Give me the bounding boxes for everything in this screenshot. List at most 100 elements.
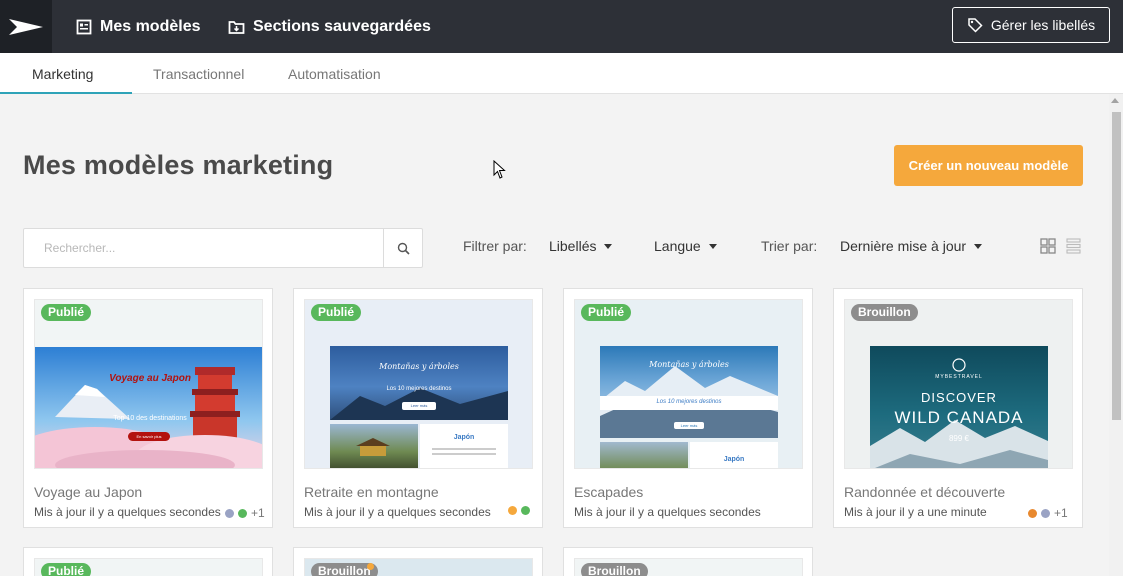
status-badge: Publié xyxy=(581,304,632,321)
template-card[interactable]: Publié Voyage au Japon Top 10 des destin… xyxy=(23,288,273,528)
mouse-cursor-icon xyxy=(493,160,506,179)
label-dots: +1 xyxy=(1028,506,1068,520)
template-name: Escapades xyxy=(574,484,644,500)
template-name: Voyage au Japon xyxy=(34,484,143,500)
hero-subtitle: Top 10 des destinations xyxy=(113,415,187,422)
nav-my-templates[interactable]: Mes modèles xyxy=(76,0,200,53)
template-thumbnail[interactable]: Publié xyxy=(34,558,263,576)
active-tab-indicator xyxy=(0,92,132,94)
nav-saved-sections-label: Sections sauvegardées xyxy=(253,17,431,35)
manage-labels-label: Gérer les libellés xyxy=(990,17,1096,33)
create-template-button[interactable]: Créer un nouveau modèle xyxy=(894,145,1083,186)
template-card[interactable]: Publié Montañas y árboles Los 10 mejores… xyxy=(563,288,813,528)
text-line xyxy=(432,453,496,455)
template-thumbnail[interactable]: Publié Voyage au Japon Top 10 des destin… xyxy=(34,299,263,469)
more-labels-count: +1 xyxy=(251,506,265,520)
page-title: Mes modèles marketing xyxy=(23,150,334,180)
tab-transactional[interactable]: Transactionnel xyxy=(153,53,244,94)
secondary-text-block: Japón xyxy=(420,424,508,468)
template-thumbnail[interactable]: Publié Montañas y árboles Los 10 mejores… xyxy=(574,299,803,469)
template-thumbnail[interactable]: Publié Montañas y árboles Los 10 mejores… xyxy=(304,299,533,469)
hero-brand: MYBESTRAVEL xyxy=(935,374,983,380)
paper-plane-icon xyxy=(9,18,43,35)
template-icon xyxy=(76,19,92,34)
hero-image: MYBESTRAVEL DISCOVER WILD CANADA 899 € xyxy=(870,346,1048,468)
filter-by-label: Filtrer par: xyxy=(463,238,527,254)
status-badge: Publié xyxy=(41,563,92,576)
label-dot xyxy=(508,506,517,515)
template-updated: Mis à jour il y a quelques secondes xyxy=(574,505,761,519)
template-thumbnail[interactable]: Brouillon xyxy=(304,558,533,576)
secondary-text-block: Japón xyxy=(690,442,778,468)
search-icon xyxy=(397,242,410,255)
label-dot xyxy=(521,506,530,515)
template-updated: Mis à jour il y a une minute xyxy=(844,505,987,519)
status-badge: Brouillon xyxy=(581,563,648,576)
hero-title: Montañas y árboles xyxy=(649,360,729,369)
tab-automation[interactable]: Automatisation xyxy=(288,53,381,94)
scroll-up-icon[interactable] xyxy=(1111,98,1119,103)
grid-view-icon[interactable] xyxy=(1040,238,1056,254)
nav-my-templates-label: Mes modèles xyxy=(100,17,201,35)
manage-labels-button[interactable]: Gérer les libellés xyxy=(952,7,1110,43)
hero-image: Montañas y árboles Los 10 mejores destin… xyxy=(600,346,778,438)
hero-title: Voyage au Japon xyxy=(109,373,191,384)
sort-by-label: Trier par: xyxy=(761,238,818,254)
language-dropdown-label: Langue xyxy=(654,238,701,254)
hero-subtitle: Los 10 mejores destinos xyxy=(386,386,452,392)
search-input[interactable] xyxy=(24,229,383,267)
hero-title: DISCOVER xyxy=(921,390,997,405)
label-dots xyxy=(508,506,534,515)
status-badge: Publié xyxy=(311,304,362,321)
secondary-title: Japón xyxy=(453,434,475,441)
language-dropdown[interactable]: Langue xyxy=(654,238,717,254)
hero-subtitle: WILD CANADA xyxy=(894,408,1024,427)
template-card[interactable]: Publié xyxy=(23,547,273,576)
template-updated: Mis à jour il y a quelques secondes xyxy=(304,505,491,519)
secondary-image xyxy=(600,442,688,468)
template-thumbnail[interactable]: Brouillon MYBESTRAVEL DISCOVER WILD CANA… xyxy=(844,299,1073,469)
scrollbar-thumb[interactable] xyxy=(1112,112,1121,420)
list-view-icon[interactable] xyxy=(1066,238,1081,254)
sort-dropdown-label: Dernière mise à jour xyxy=(840,238,967,254)
hero-subtitle: Los 10 mejores destinos xyxy=(656,399,722,405)
top-navbar: Mes modèles Sections sauvegardées Gérer … xyxy=(0,0,1123,53)
caret-down-icon xyxy=(974,244,983,249)
nav-saved-sections[interactable]: Sections sauvegardées xyxy=(228,0,431,53)
template-name: Randonnée et découverte xyxy=(844,484,1006,500)
hero-price: 899 € xyxy=(948,434,970,443)
text-line xyxy=(432,448,496,450)
template-card[interactable]: Brouillon xyxy=(293,547,543,576)
caret-down-icon xyxy=(708,244,717,249)
template-updated: Mis à jour il y a quelques secondes xyxy=(34,505,221,519)
hero-image: Montañas y árboles Los 10 mejores destin… xyxy=(330,346,508,420)
notification-dot xyxy=(367,563,374,570)
caret-down-icon xyxy=(604,244,613,249)
app-logo[interactable] xyxy=(0,0,52,53)
hero-cta: Leer más xyxy=(402,402,436,410)
labels-dropdown[interactable]: Libellés xyxy=(549,238,613,254)
search-box xyxy=(23,228,423,268)
folder-download-icon xyxy=(228,20,245,34)
label-dot xyxy=(1041,508,1050,518)
sort-dropdown[interactable]: Dernière mise à jour xyxy=(840,238,983,254)
tab-bar: Marketing Transactionnel Automatisation xyxy=(0,53,1123,94)
template-thumbnail[interactable]: Brouillon xyxy=(574,558,803,576)
hero-cta: Leer más xyxy=(674,422,704,429)
secondary-title: Japón xyxy=(723,456,745,463)
label-dot xyxy=(225,508,234,518)
tab-marketing[interactable]: Marketing xyxy=(32,53,93,94)
status-badge: Publié xyxy=(41,304,92,321)
template-card[interactable]: Brouillon MYBESTRAVEL DISCOVER WILD CANA… xyxy=(833,288,1083,528)
tag-icon xyxy=(968,18,983,33)
labels-dropdown-label: Libellés xyxy=(549,238,597,254)
hero-image: Voyage au Japon Top 10 des destinations … xyxy=(35,347,262,468)
search-button[interactable] xyxy=(383,229,423,267)
more-labels-count: +1 xyxy=(1054,506,1068,520)
label-dots: +1 xyxy=(225,506,265,520)
template-card[interactable]: Publié Montañas y árboles Los 10 mejores… xyxy=(293,288,543,528)
label-dot xyxy=(1028,508,1037,518)
secondary-image xyxy=(330,424,418,468)
template-card[interactable]: Brouillon xyxy=(563,547,813,576)
template-name: Retraite en montagne xyxy=(304,484,439,500)
